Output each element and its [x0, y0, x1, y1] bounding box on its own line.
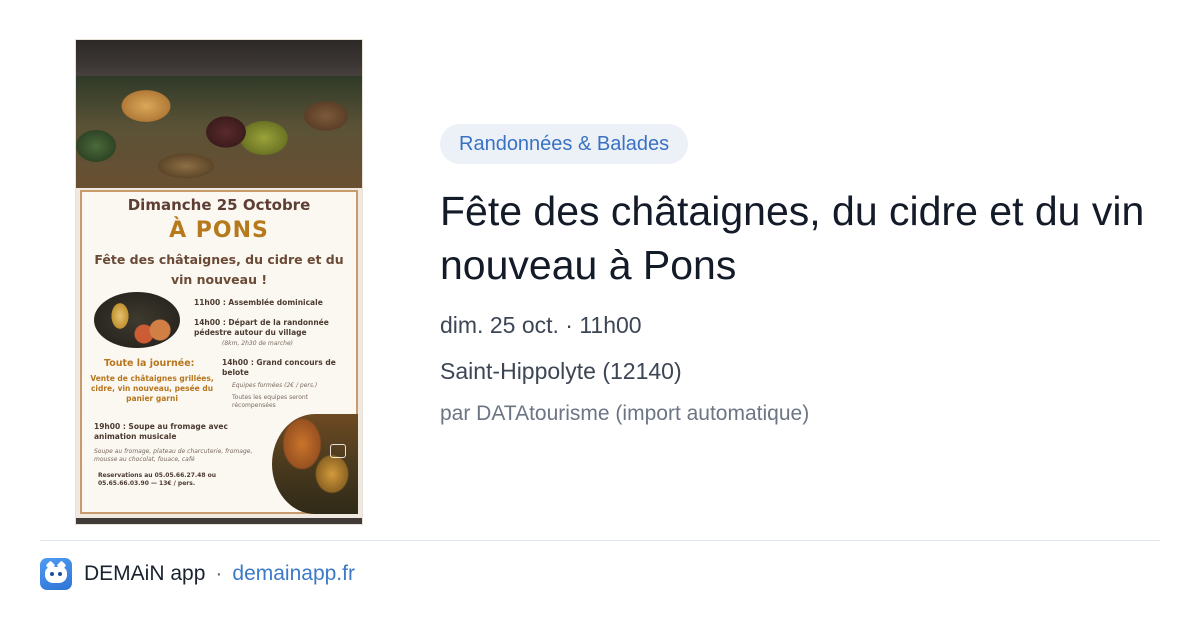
category-tag[interactable]: Randonnées & Balades — [440, 124, 689, 164]
footer-divider — [40, 540, 1160, 541]
poster-allday-text: Vente de châtaignes grillées, cidre, vin… — [90, 374, 214, 403]
poster-town: À PONS — [169, 218, 269, 243]
poster-cider-glass-photo — [94, 292, 180, 348]
poster-top-band — [76, 40, 362, 80]
poster-schedule-3-note1: Equipes formées (2€ / pers.) — [232, 382, 318, 389]
poster-schedule-2: 14h00 : Départ de la randonnée pédestre … — [194, 318, 329, 337]
event-author: par DATAtourisme (import automatique) — [440, 402, 810, 425]
logo-eye-left — [50, 572, 54, 576]
poster-autumn-forest-photo — [272, 414, 358, 514]
event-location: Saint-Hippolyte (12140) — [440, 358, 682, 384]
poster-bottom-band — [76, 518, 362, 524]
poster-schedule-4: 19h00 : Soupe au fromage avec animation … — [94, 422, 228, 441]
poster-allday-title: Toute la journée: — [104, 358, 195, 369]
poster-chestnut-photo — [76, 76, 362, 188]
event-datetime: dim. 25 oct. · 11h00 — [440, 312, 642, 338]
demain-app-logo-icon — [40, 558, 72, 590]
poster-schedule-3-note2: Toutes les equipes seront récompensées — [232, 394, 309, 409]
poster-body: Dimanche 25 Octobre À PONS Fête des chât… — [80, 190, 358, 514]
poster-schedule-4-note: Soupe au fromage, plateau de charcuterie… — [94, 448, 253, 463]
app-brand-name: DEMAiN app — [84, 562, 206, 585]
fullscreen-icon[interactable] — [330, 444, 346, 458]
event-poster-image[interactable]: Dimanche 25 Octobre À PONS Fête des chât… — [76, 40, 362, 524]
poster-reservation: Reservations au 05.05.66.27.48 ou 05.65.… — [98, 472, 216, 487]
footer: DEMAiN app · demainapp.fr — [40, 558, 355, 590]
logo-face — [45, 567, 67, 583]
poster-date: Dimanche 25 Octobre — [127, 196, 311, 214]
logo-eye-right — [58, 572, 62, 576]
app-domain-link[interactable]: demainapp.fr — [232, 562, 355, 586]
poster-schedule-2-note: (8km, 2h30 de marche) — [222, 340, 293, 347]
poster-schedule-1: 11h00 : Assemblée dominicale — [194, 298, 323, 307]
poster-title: Fête des châtaignes, du cidre et du vin … — [94, 252, 344, 287]
footer-separator: · — [215, 562, 223, 585]
event-share-card: Dimanche 25 Octobre À PONS Fête des chât… — [0, 0, 1200, 630]
event-title: Fête des châtaignes, du cidre et du vin … — [440, 188, 1145, 288]
poster-schedule-3: 14h00 : Grand concours de belote — [222, 358, 336, 377]
